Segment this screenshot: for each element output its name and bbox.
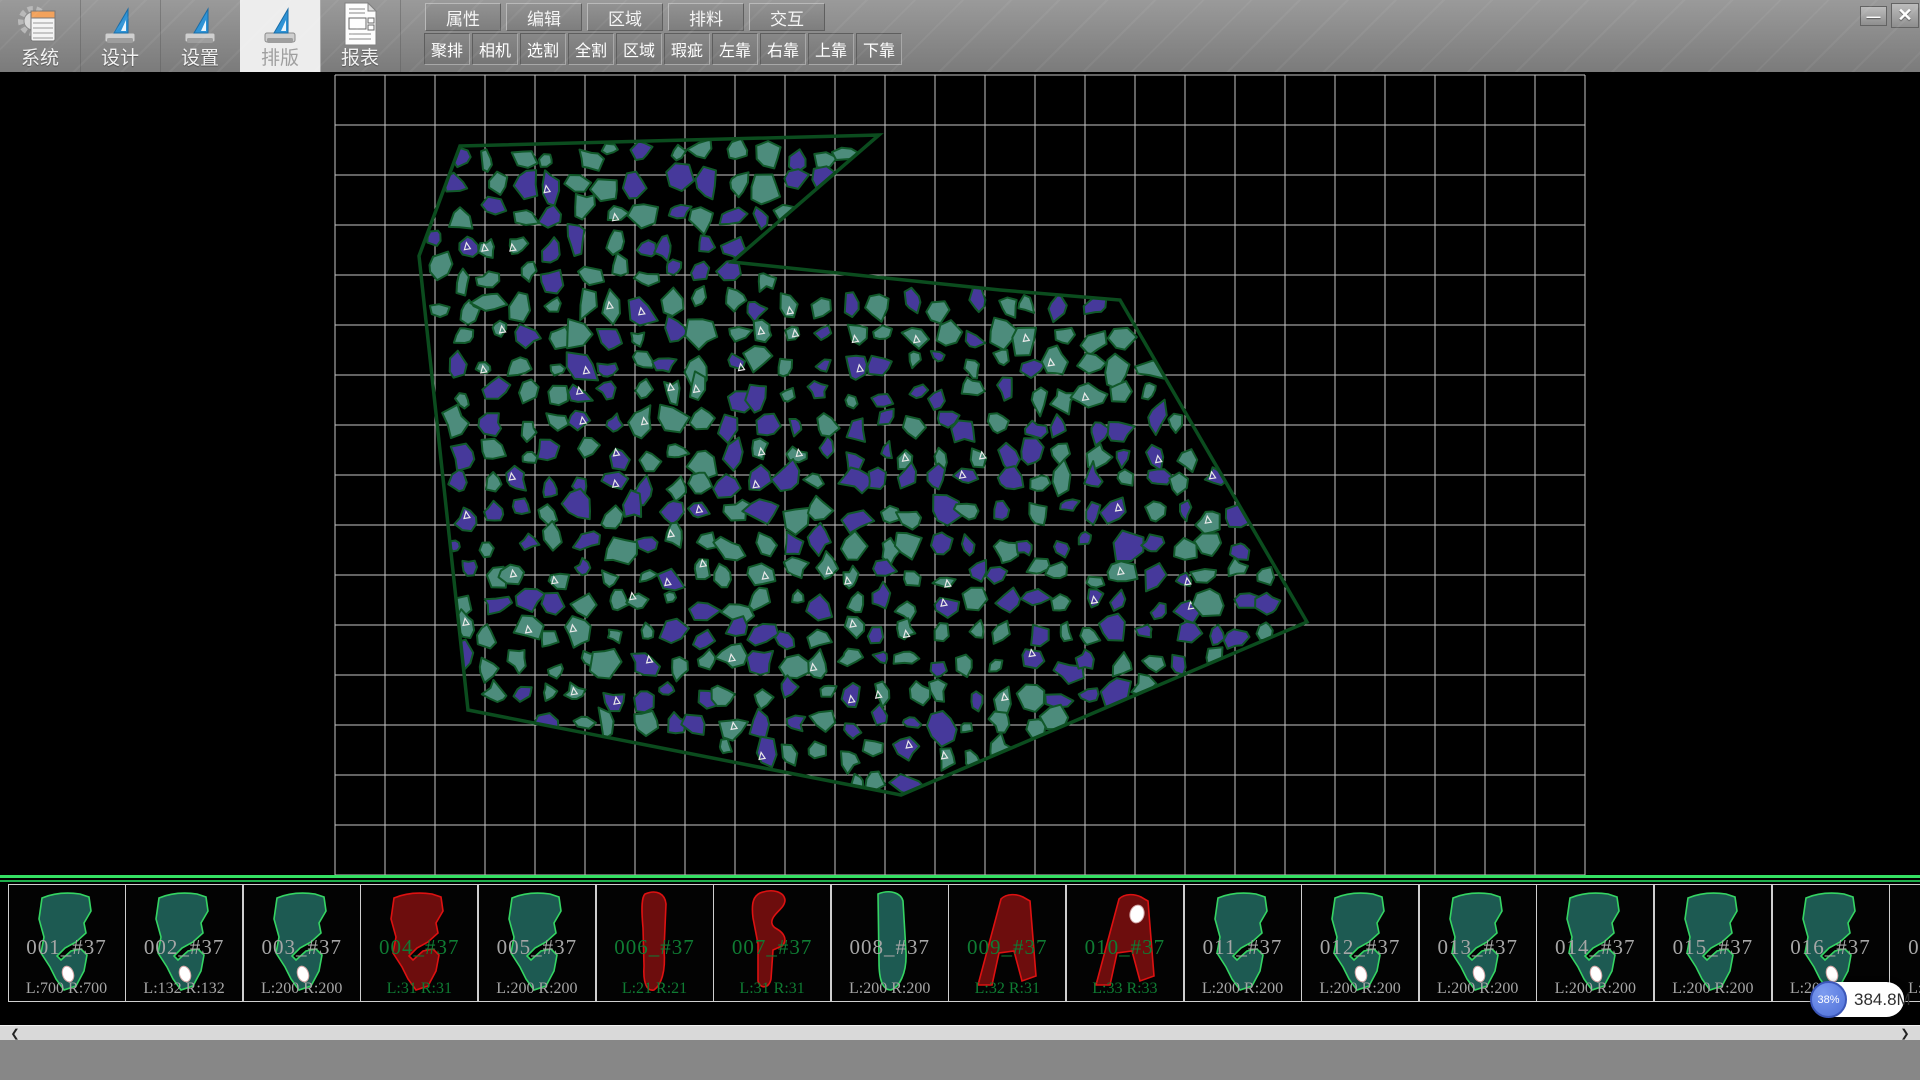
tool-button-8[interactable]: 右靠: [760, 33, 806, 65]
part-shape: [1086, 888, 1166, 998]
part-shape: [380, 888, 460, 998]
part-thumbnail-5[interactable]: 005_#37L:200 R:200: [478, 884, 596, 1002]
part-thumbnail-15[interactable]: 015_#37L:200 R:200: [1654, 884, 1772, 1002]
part-shape: [1439, 888, 1519, 998]
app-button-label: 报表: [341, 47, 379, 71]
tool-button-5[interactable]: 区域: [616, 33, 662, 65]
thumbnail-separator: [0, 875, 1920, 884]
tool-button-7[interactable]: 左靠: [712, 33, 758, 65]
tool-button-4[interactable]: 全割: [568, 33, 614, 65]
part-thumbnail-14[interactable]: 014_#37L:200 R:200: [1536, 884, 1654, 1002]
part-shape: [851, 888, 931, 998]
nesting-canvas[interactable]: [0, 72, 1920, 875]
menu-tab-2[interactable]: 编辑: [506, 3, 582, 31]
part-thumbnail-9[interactable]: 009_#37L:32 R:31: [948, 884, 1066, 1002]
main-toolbar: 系统 设计 设置 排版 报表 属性编辑区域排料交互 聚排相机选割全割区域瑕疵左靠…: [0, 0, 1920, 72]
app-button-4[interactable]: 排版: [240, 0, 321, 72]
part-shape: [616, 888, 696, 998]
part-thumbnail-8[interactable]: 008_#37L:200 R:200: [831, 884, 949, 1002]
minimize-button[interactable]: —: [1860, 6, 1887, 26]
app-button-label: 设计: [101, 47, 139, 71]
part-thumbnail-10[interactable]: 010_#37L:33 R:33: [1066, 884, 1184, 1002]
part-shape: [1556, 888, 1636, 998]
app-button-label: 排版: [261, 47, 299, 71]
part-label: 0: [1890, 935, 1920, 960]
tool-button-3[interactable]: 选割: [520, 33, 566, 65]
app-button-1[interactable]: 系统: [0, 0, 81, 72]
horizontal-scrollbar[interactable]: ❮ ❯: [0, 1025, 1920, 1040]
part-thumbnail-6[interactable]: 006_#37L:21 R:21: [596, 884, 714, 1002]
app-button-5[interactable]: 报表: [320, 0, 401, 72]
tool-button-1[interactable]: 聚排: [424, 33, 470, 65]
part-thumbnail-12[interactable]: 012_#37L:200 R:200: [1301, 884, 1419, 1002]
part-shape: [968, 888, 1048, 998]
progress-circle: 38%: [1810, 981, 1847, 1018]
parts-strip: 001_#37L:700 R:700002_#37L:132 R:132003_…: [0, 884, 1920, 1004]
tool-button-9[interactable]: 上靠: [808, 33, 854, 65]
part-shape: [145, 888, 225, 998]
menu-tab-4[interactable]: 排料: [668, 3, 744, 31]
part-thumbnail-7[interactable]: 007_#37L:31 R:31: [713, 884, 831, 1002]
progress-percent: 38%: [1817, 994, 1839, 1006]
part-shape: [733, 888, 813, 998]
tool-button-6[interactable]: 瑕疵: [664, 33, 710, 65]
part-thumbnail-4[interactable]: 004_#37L:31 R:31: [360, 884, 478, 1002]
menu-tab-5[interactable]: 交互: [749, 3, 825, 31]
app-button-3[interactable]: 设置: [160, 0, 241, 72]
app-button-2[interactable]: 设计: [80, 0, 161, 72]
part-shape: [498, 888, 578, 998]
part-shape: [1321, 888, 1401, 998]
nested-pieces: [427, 139, 1280, 797]
status-footer: [0, 1040, 1920, 1080]
part-shape: [1204, 888, 1284, 998]
menu-tab-1[interactable]: 属性: [425, 3, 501, 31]
memory-status-badge: 38% 384.8M: [1812, 982, 1904, 1017]
app-button-label: 系统: [21, 47, 59, 71]
scroll-right-icon[interactable]: ❯: [1892, 1026, 1918, 1041]
tool-button-10[interactable]: 下靠: [856, 33, 902, 65]
menu-tab-3[interactable]: 区域: [587, 3, 663, 31]
nesting-icon: [257, 3, 303, 47]
canvas-area: [0, 72, 1920, 875]
report-icon: [338, 3, 382, 47]
design-icon: [97, 3, 143, 47]
scroll-left-icon[interactable]: ❮: [2, 1026, 28, 1041]
tool-button-2[interactable]: 相机: [472, 33, 518, 65]
part-thumbnail-1[interactable]: 001_#37L:700 R:700: [8, 884, 126, 1002]
part-thumbnail-3[interactable]: 003_#37L:200 R:200: [243, 884, 361, 1002]
part-thumbnail-2[interactable]: 002_#37L:132 R:132: [125, 884, 243, 1002]
close-button[interactable]: ✕: [1891, 3, 1919, 28]
app-button-label: 设置: [181, 47, 219, 71]
part-shape: [263, 888, 343, 998]
part-shape: [1674, 888, 1754, 998]
part-shape: [28, 888, 108, 998]
system-icon: [17, 3, 63, 47]
part-thumbnail-13[interactable]: 013_#37L:200 R:200: [1419, 884, 1537, 1002]
part-thumbnail-11[interactable]: 011_#37L:200 R:200: [1184, 884, 1302, 1002]
memory-value: 384.8M: [1854, 982, 1911, 1017]
settings-icon: [177, 3, 223, 47]
